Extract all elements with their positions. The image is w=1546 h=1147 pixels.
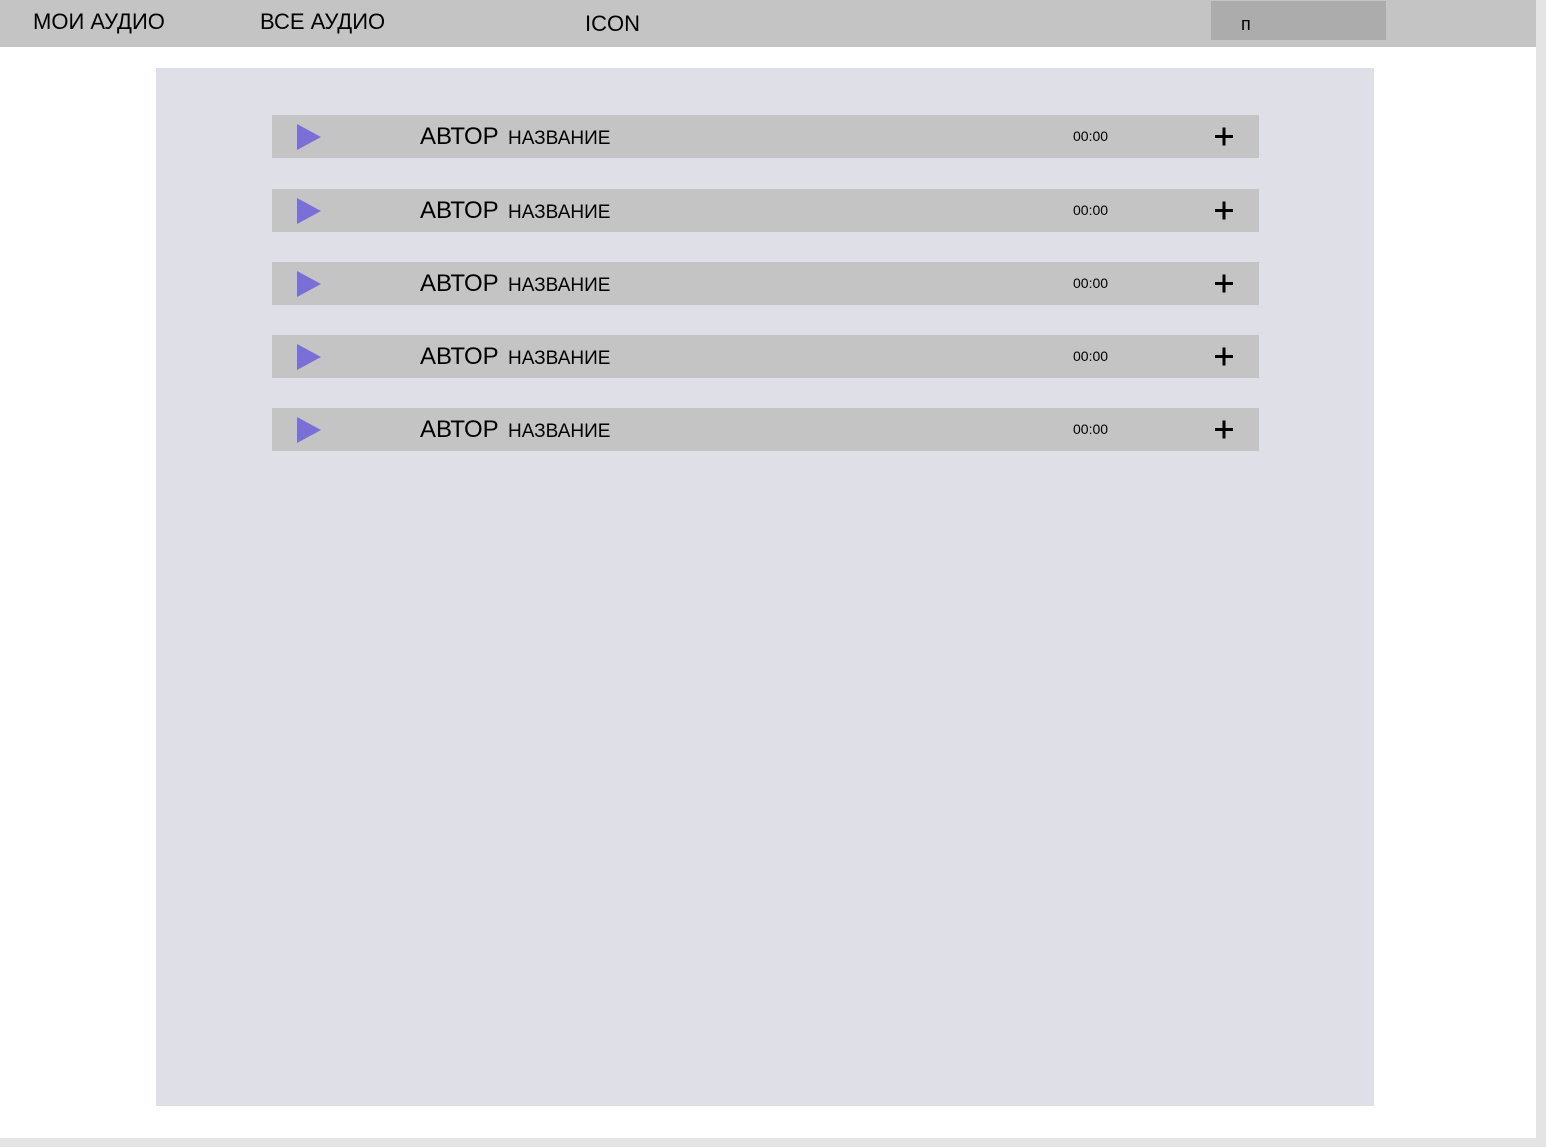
track-author: АВТОР [420,270,499,297]
track-title: НАЗВАНИЕ [508,202,611,223]
track-title: НАЗВАНИЕ [508,348,611,369]
track-author: АВТОР [420,123,499,150]
plus-icon[interactable] [1212,343,1236,369]
window-edge-right [1536,0,1546,1147]
search-input-value: п [1241,14,1251,34]
track-title: НАЗВАНИЕ [508,128,611,149]
track-author: АВТОР [420,416,499,443]
search-input[interactable]: п [1211,1,1386,40]
play-icon[interactable] [297,344,321,370]
nav-all-audio-link[interactable]: ВСЕ АУДИО [260,9,385,35]
window-edge-bottom [0,1138,1546,1147]
play-icon[interactable] [297,198,321,224]
track-row: АВТОР НАЗВАНИЕ 00:00 [272,262,1259,305]
plus-icon[interactable] [1212,270,1236,296]
icon-placeholder[interactable]: ICON [585,11,640,37]
nav-my-audio-link[interactable]: МОИ АУДИО [33,9,165,35]
track-author: АВТОР [420,197,499,224]
audio-list-panel: АВТОР НАЗВАНИЕ 00:00 АВТОР НАЗВАНИЕ 00:0… [156,68,1374,1106]
track-duration: 00:00 [1073,128,1109,144]
top-navigation-bar: МОИ АУДИО ВСЕ АУДИО ICON п [0,0,1536,47]
track-title: НАЗВАНИЕ [508,275,611,296]
track-row: АВТОР НАЗВАНИЕ 00:00 [272,189,1259,232]
track-duration: 00:00 [1073,202,1109,218]
track-row: АВТОР НАЗВАНИЕ 00:00 [272,115,1259,158]
play-icon[interactable] [297,124,321,150]
play-icon[interactable] [297,271,321,297]
plus-icon[interactable] [1212,123,1236,149]
track-row: АВТОР НАЗВАНИЕ 00:00 [272,408,1259,451]
app-window: МОИ АУДИО ВСЕ АУДИО ICON п АВТОР НАЗВАНИ… [0,0,1546,1147]
track-duration: 00:00 [1073,275,1109,291]
track-duration: 00:00 [1073,421,1109,437]
track-author: АВТОР [420,343,499,370]
track-duration: 00:00 [1073,348,1109,364]
plus-icon[interactable] [1212,197,1236,223]
track-row: АВТОР НАЗВАНИЕ 00:00 [272,335,1259,378]
play-icon[interactable] [297,417,321,443]
track-title: НАЗВАНИЕ [508,421,611,442]
plus-icon[interactable] [1212,416,1236,442]
